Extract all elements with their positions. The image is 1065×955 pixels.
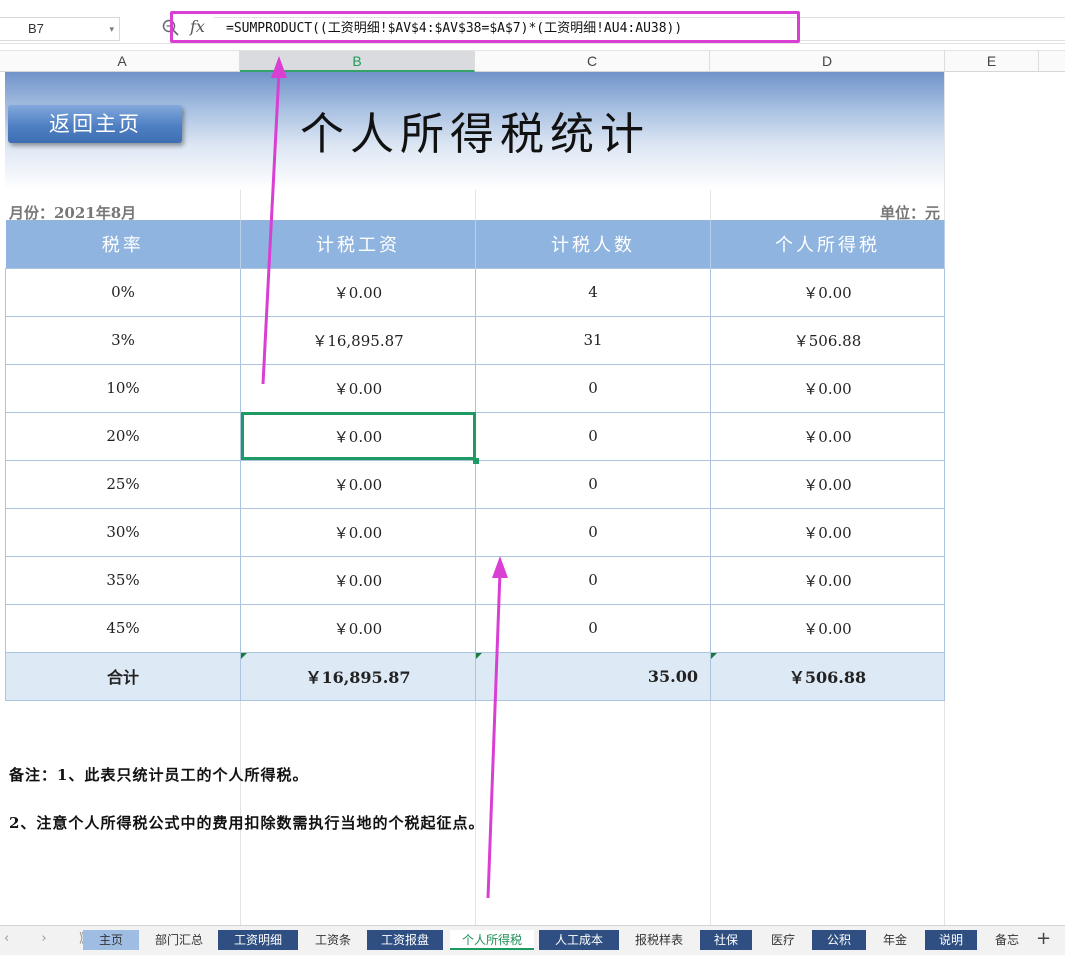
total-label[interactable]: 合计 — [5, 651, 241, 701]
cell-salary[interactable]: ￥0.00 — [240, 507, 476, 557]
cell-tax[interactable]: ￥0.00 — [710, 363, 945, 413]
cell-tax[interactable]: ￥0.00 — [710, 459, 945, 509]
tab-annuity[interactable]: 年金 — [869, 930, 921, 950]
tab-payslip[interactable]: 工资条 — [304, 930, 362, 950]
tab-tax-sample[interactable]: 报税样表 — [625, 930, 693, 950]
tab-labor-cost[interactable]: 人工成本 — [539, 930, 619, 950]
total-tax[interactable]: ￥506.88 — [710, 651, 945, 701]
cell-salary[interactable]: ￥0.00 — [240, 363, 476, 413]
cell-count[interactable]: 0 — [475, 555, 711, 605]
cell-tax[interactable]: ￥0.00 — [710, 555, 945, 605]
table-row: 20% ￥0.00 0 ￥0.00 — [5, 411, 945, 464]
cell-rate[interactable]: 3% — [5, 315, 241, 365]
tab-social-security[interactable]: 社保 — [700, 930, 752, 950]
cell-salary[interactable]: ￥0.00 — [240, 267, 476, 317]
add-sheet-icon[interactable]: + — [1036, 928, 1051, 949]
total-tax-value: ￥506.88 — [788, 668, 867, 687]
cell-count[interactable]: 31 — [475, 315, 711, 365]
tab-home[interactable]: 主页 — [83, 930, 139, 950]
fx-icon[interactable]: fx — [190, 17, 205, 36]
column-header-bar: A B C D E — [0, 50, 1065, 72]
chevron-down-icon[interactable]: ▾ — [109, 18, 114, 40]
table-row: 3% ￥16,895.87 31 ￥506.88 — [5, 315, 945, 365]
column-header-a[interactable]: A — [5, 51, 240, 72]
table-row: 30% ￥0.00 0 ￥0.00 — [5, 507, 945, 557]
tab-income-tax[interactable]: 个人所得税 — [450, 930, 534, 950]
zoom-icon[interactable] — [162, 19, 179, 36]
selected-cell-b7[interactable]: ￥0.00 — [240, 411, 480, 464]
cell-count[interactable]: 4 — [475, 267, 711, 317]
sheet-tab-bar: ‹ › ⟫ 主页 部门汇总 工资明细 工资条 工资报盘 个人所得税 人工成本 报… — [0, 925, 1065, 955]
table-row: 25% ￥0.00 0 ￥0.00 — [5, 459, 945, 509]
tab-dept-summary[interactable]: 部门汇总 — [146, 930, 212, 950]
header-tax-rate[interactable]: 税率 — [5, 220, 241, 268]
cell-tax[interactable]: ￥0.00 — [710, 507, 945, 557]
cell-count[interactable]: 0 — [475, 507, 711, 557]
table-row: 0% ￥0.00 4 ￥0.00 — [5, 267, 945, 317]
cell-count[interactable]: 0 — [475, 603, 711, 653]
column-header-e[interactable]: E — [945, 51, 1039, 72]
cell-count[interactable]: 0 — [475, 459, 711, 509]
note-line-1: 备注：1、此表只统计员工的个人所得税。 — [9, 766, 309, 784]
note-line-2: 2、注意个人所得税公式中的费用扣除数需执行当地的个税起征点。 — [9, 814, 485, 832]
header-income-tax[interactable]: 个人所得税 — [710, 220, 945, 268]
cell-rate[interactable]: 30% — [5, 507, 241, 557]
worksheet[interactable]: 返回主页 个人所得税统计 月份：2021年8月 单位：元 税率 计税工资 计税人… — [0, 72, 1065, 925]
table-row: 45% ￥0.00 0 ￥0.00 — [5, 603, 945, 653]
name-box[interactable]: B7 ▾ — [0, 17, 120, 41]
cell-salary[interactable]: ￥0.00 — [240, 555, 476, 605]
column-header-b[interactable]: B — [240, 51, 475, 72]
page-title: 个人所得税统计 — [300, 109, 650, 160]
cell-rate[interactable]: 20% — [5, 411, 241, 461]
tab-instructions[interactable]: 说明 — [925, 930, 977, 950]
cell-salary[interactable]: ￥0.00 — [240, 459, 476, 509]
total-salary[interactable]: ￥16,895.87 — [240, 651, 476, 701]
cell-tax[interactable]: ￥506.88 — [710, 315, 945, 365]
tab-salary-detail[interactable]: 工资明细 — [218, 930, 298, 950]
tax-summary-table: 税率 计税工资 计税人数 个人所得税 0% ￥0.00 4 ￥0.00 3% ￥… — [5, 220, 945, 701]
tab-salary-report[interactable]: 工资报盘 — [367, 930, 443, 950]
formula-indicator-icon — [241, 652, 247, 659]
cell-rate[interactable]: 0% — [5, 267, 241, 317]
cell-tax[interactable]: ￥0.00 — [710, 603, 945, 653]
cell-rate[interactable]: 25% — [5, 459, 241, 509]
header-taxpayer-count[interactable]: 计税人数 — [475, 220, 711, 268]
total-count-value: 35.00 — [647, 666, 698, 686]
column-header-d[interactable]: D — [710, 51, 945, 72]
formula-input[interactable]: =SUMPRODUCT((工资明细!$AV$4:$AV$38=$A$7)*(工资… — [214, 17, 1065, 41]
column-header-c[interactable]: C — [475, 51, 710, 72]
table-header-row: 税率 计税工资 计税人数 个人所得税 — [5, 220, 945, 268]
cell-count[interactable]: 0 — [475, 363, 711, 413]
cell-tax[interactable]: ￥0.00 — [710, 267, 945, 317]
table-row: 10% ￥0.00 0 ￥0.00 — [5, 363, 945, 413]
formula-indicator-icon — [476, 652, 482, 659]
cell-count[interactable]: 0 — [475, 411, 711, 461]
cell-salary[interactable]: ￥16,895.87 — [240, 315, 476, 365]
tab-housing-fund[interactable]: 公积 — [812, 930, 866, 950]
cell-tax[interactable]: ￥0.00 — [710, 411, 945, 461]
table-row: 35% ￥0.00 0 ￥0.00 — [5, 555, 945, 605]
tab-memo[interactable]: 备忘 — [981, 930, 1033, 950]
formula-bar: B7 ▾ fx =SUMPRODUCT((工资明细!$AV$4:$AV$38=$… — [0, 0, 1065, 44]
total-count[interactable]: 35.00 — [475, 651, 711, 701]
cell-rate[interactable]: 10% — [5, 363, 241, 413]
return-home-button[interactable]: 返回主页 — [8, 105, 182, 143]
total-row: 合计 ￥16,895.87 35.00 ￥506.88 — [5, 651, 945, 701]
cell-rate[interactable]: 35% — [5, 555, 241, 605]
tab-medical[interactable]: 医疗 — [757, 930, 809, 950]
name-box-value: B7 — [28, 21, 44, 36]
total-salary-value: ￥16,895.87 — [305, 668, 411, 687]
cell-rate[interactable]: 45% — [5, 603, 241, 653]
formula-indicator-icon — [711, 652, 717, 659]
cell-salary[interactable]: ￥0.00 — [240, 603, 476, 653]
header-taxable-salary[interactable]: 计税工资 — [240, 220, 476, 268]
